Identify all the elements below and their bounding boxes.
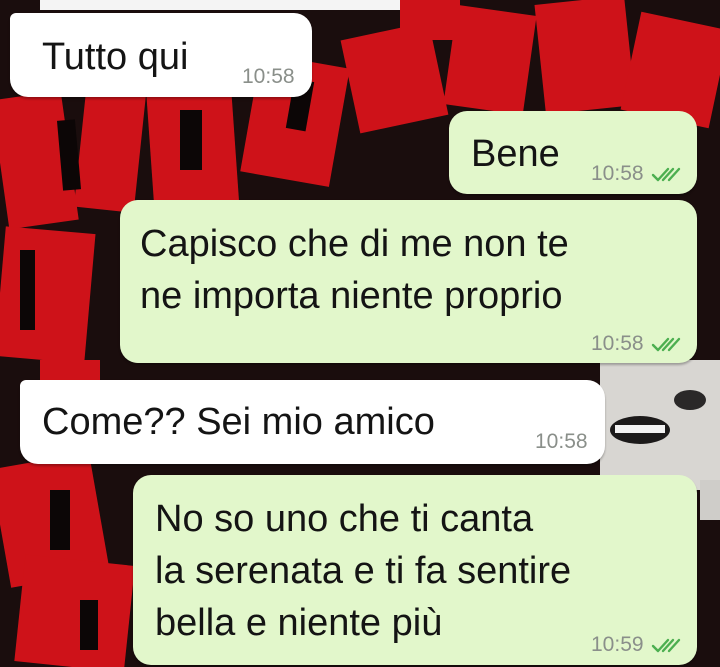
message-bubble-incoming[interactable]: Tutto qui 10:58 [10, 13, 312, 97]
double-check-icon [651, 167, 681, 182]
message-bubble-outgoing[interactable]: Bene 10:58 [449, 111, 697, 194]
message-time: 10:59 [591, 633, 644, 656]
message-bubble-outgoing[interactable]: Capisco che di me non te ne importa nien… [120, 200, 697, 363]
message-text: Capisco che di me non te ne importa nien… [140, 223, 569, 317]
message-time: 10:58 [535, 430, 588, 453]
double-check-icon [651, 638, 681, 653]
message-text: Come?? Sei mio amico [42, 401, 435, 443]
message-text: Bene [471, 133, 560, 175]
message-text: No so uno che ti canta la serenata e ti … [155, 498, 572, 644]
message-bubble-incoming[interactable]: Come?? Sei mio amico 10:58 [20, 380, 605, 464]
message-time: 10:58 [591, 332, 644, 355]
message-time: 10:58 [591, 162, 644, 185]
message-text: Tutto qui [42, 36, 189, 78]
message-bubble-outgoing[interactable]: No so uno che ti canta la serenata e ti … [133, 475, 697, 665]
message-time: 10:58 [242, 65, 295, 88]
double-check-icon [651, 337, 681, 352]
